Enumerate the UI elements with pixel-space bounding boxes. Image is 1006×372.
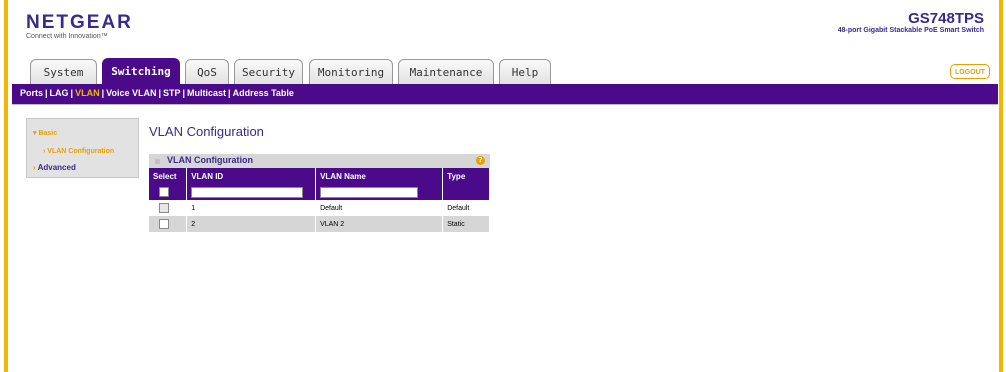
page-title: VLAN Configuration — [149, 124, 264, 139]
sidemenu-advanced-label: Advanced — [37, 163, 76, 172]
sidemenu-item-basic[interactable]: ▾ Basic — [33, 129, 57, 137]
sub-navigation: Ports | LAG | VLAN | Voice VLAN | STP | Multicast |… — [12, 84, 998, 104]
netgear-logo: NETGEAR — [26, 12, 133, 33]
vlan-name-cell: Default — [315, 200, 444, 216]
tab-help[interactable]: Help — [499, 59, 551, 84]
sidemenu-vlan-configuration-label: VLAN Configuration — [47, 148, 115, 155]
subnav-separator: | — [45, 88, 48, 98]
sidemenu-item-vlan-configuration[interactable]: › VLAN Configuration — [43, 148, 114, 155]
column-select: Select — [149, 168, 188, 184]
logout-button[interactable]: LOGOUT — [950, 64, 990, 79]
subnav-separator: | — [228, 88, 231, 98]
vlan-id-cell: 2 — [186, 216, 317, 232]
sidemenu-item-advanced[interactable]: › Advanced — [33, 163, 76, 172]
vlan-type-cell: Static — [442, 216, 490, 232]
side-menu: ▾ Basic › VLAN Configuration › Advanced — [26, 118, 139, 178]
vlan-table: Select VLAN ID VLAN Name Type 1 Default … — [149, 168, 490, 232]
column-type: Type — [442, 168, 490, 184]
subnav-lag[interactable]: LAG — [50, 88, 69, 98]
subnav-address-table[interactable]: Address Table — [233, 88, 294, 98]
vlan-configuration-panel: VLAN Configuration ? Select VLAN ID VLAN… — [149, 154, 490, 232]
subnav-divider — [12, 104, 998, 105]
model-name: GS748TPS — [908, 10, 984, 27]
tab-maintenance[interactable]: Maintenance — [398, 59, 494, 84]
subnav-ports[interactable]: Ports — [20, 88, 43, 98]
vlan-id-input[interactable] — [191, 186, 304, 198]
subnav-vlan[interactable]: VLAN — [75, 88, 100, 98]
tab-security[interactable]: Security — [234, 59, 303, 84]
logo-tagline: Connect with Innovation™ — [26, 33, 108, 40]
subnav-separator: | — [158, 88, 161, 98]
help-icon[interactable]: ? — [476, 156, 485, 165]
tab-system[interactable]: System — [30, 59, 97, 84]
table-row: 2 VLAN 2 Static — [149, 216, 490, 232]
header: NETGEAR Connect with Innovation™ GS748TP… — [12, 0, 998, 55]
vlan-name-cell: VLAN 2 — [315, 216, 444, 232]
subnav-separator: | — [70, 88, 74, 98]
model-description: 48-port Gigabit Stackable PoE Smart Swit… — [837, 27, 984, 34]
subnav-voice-vlan[interactable]: Voice VLAN — [106, 88, 156, 98]
subnav-separator: | — [182, 88, 186, 98]
right-frame — [996, 0, 1006, 372]
vlan-type-cell: Default — [442, 200, 490, 216]
column-vlan-name: VLAN Name — [315, 168, 444, 184]
tab-switching[interactable]: Switching — [102, 58, 180, 85]
tab-qos[interactable]: QoS — [185, 59, 229, 84]
table-row: 1 Default Default — [149, 200, 490, 216]
table-edit-row — [149, 184, 490, 200]
subnav-separator: | — [101, 88, 105, 98]
sidemenu-basic-label: Basic — [38, 130, 58, 137]
tab-monitoring[interactable]: Monitoring — [309, 59, 393, 84]
panel-title: VLAN Configuration — [167, 155, 253, 165]
subnav-stp[interactable]: STP — [163, 88, 181, 98]
panel-bullet-icon — [155, 159, 160, 164]
vlan-id-cell: 1 — [186, 200, 317, 216]
panel-header: VLAN Configuration ? — [149, 154, 490, 168]
row-select-checkbox[interactable] — [159, 203, 169, 213]
column-vlan-id: VLAN ID — [186, 168, 317, 184]
subnav-multicast[interactable]: Multicast — [187, 88, 226, 98]
left-frame — [0, 0, 10, 372]
row-select-checkbox[interactable] — [159, 219, 169, 229]
table-header-row: Select VLAN ID VLAN Name Type — [149, 168, 490, 184]
vlan-name-input[interactable] — [320, 186, 419, 198]
select-all-checkbox[interactable] — [159, 187, 169, 197]
